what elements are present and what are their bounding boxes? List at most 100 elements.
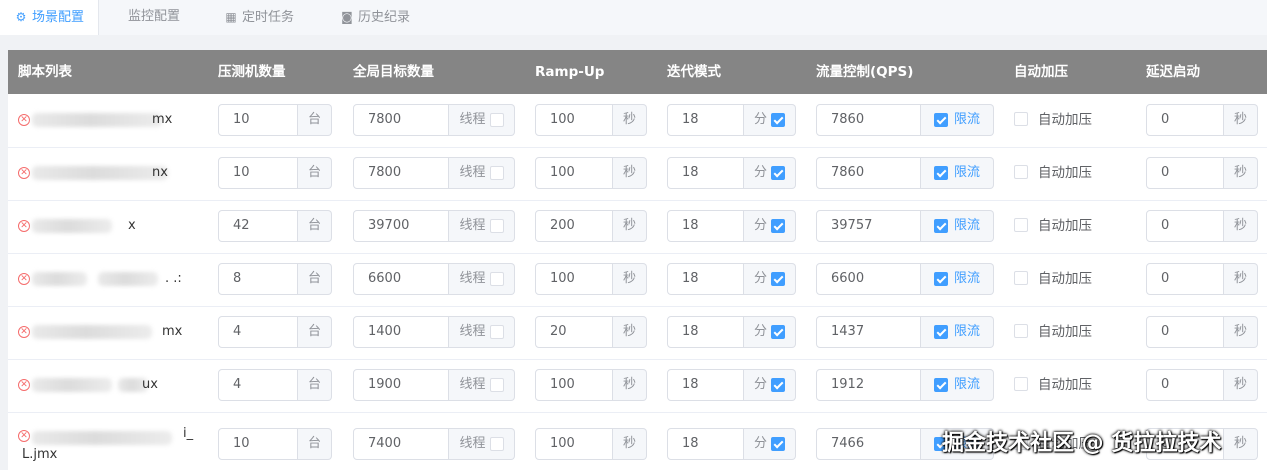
rampup-input[interactable]: 100	[535, 369, 613, 401]
iteration-input[interactable]: 18	[667, 428, 744, 460]
iteration-input[interactable]: 18	[667, 157, 744, 189]
rampup-input[interactable]: 100	[535, 428, 613, 460]
auto-pressure[interactable]: 自动加压	[1014, 316, 1092, 348]
rampup-input[interactable]: 100	[535, 263, 613, 295]
limit-checkbox[interactable]	[933, 166, 948, 180]
rampup-input[interactable]: 20	[535, 316, 613, 348]
qps-input[interactable]: 1437	[816, 316, 921, 348]
delay-input[interactable]: 0	[1146, 263, 1224, 295]
delay-input[interactable]: 0	[1146, 210, 1224, 242]
minute-toggle[interactable]: 分	[744, 263, 796, 295]
limit-checkbox[interactable]	[933, 272, 948, 286]
remove-icon[interactable]: ✕	[18, 430, 30, 442]
thread-checkbox[interactable]	[489, 437, 504, 451]
thread-checkbox[interactable]	[489, 325, 504, 339]
limit-toggle[interactable]: 限流	[921, 369, 994, 401]
iteration-input[interactable]: 18	[667, 104, 744, 136]
limit-checkbox[interactable]	[933, 378, 948, 392]
delay-input[interactable]: 0	[1146, 316, 1224, 348]
limit-toggle[interactable]: 限流	[921, 210, 994, 242]
limit-toggle[interactable]: 限流	[921, 104, 994, 136]
limit-toggle[interactable]: 限流	[921, 263, 994, 295]
minute-checkbox[interactable]	[771, 113, 785, 127]
qps-input[interactable]: 39757	[816, 210, 921, 242]
machines-input[interactable]: 4	[218, 369, 298, 401]
minute-toggle[interactable]: 分	[744, 157, 796, 189]
rampup-input[interactable]: 100	[535, 104, 613, 136]
qps-input[interactable]: 7860	[816, 104, 921, 136]
delay-input[interactable]: 0	[1146, 104, 1224, 136]
tab-scheduled-tasks[interactable]: ▦ 定时任务	[224, 0, 294, 35]
qps-input[interactable]: 7466	[816, 428, 921, 460]
auto-checkbox[interactable]	[1014, 165, 1028, 179]
thread-toggle[interactable]: 线程	[449, 263, 515, 295]
thread-toggle[interactable]: 线程	[449, 369, 515, 401]
minute-toggle[interactable]: 分	[744, 316, 796, 348]
remove-icon[interactable]: ✕	[18, 220, 30, 232]
target-input[interactable]: 1900	[353, 369, 449, 401]
limit-toggle[interactable]: 限流	[921, 157, 994, 189]
auto-checkbox[interactable]	[1014, 324, 1028, 338]
qps-input[interactable]: 7860	[816, 157, 921, 189]
thread-toggle[interactable]: 线程	[449, 210, 515, 242]
minute-checkbox[interactable]	[771, 219, 785, 233]
auto-checkbox[interactable]	[1014, 218, 1028, 232]
machines-input[interactable]: 4	[218, 316, 298, 348]
iteration-input[interactable]: 18	[667, 369, 744, 401]
remove-icon[interactable]: ✕	[18, 167, 30, 179]
limit-checkbox[interactable]	[933, 219, 948, 233]
auto-pressure[interactable]: 自动加压	[1014, 369, 1092, 401]
machines-input[interactable]: 8	[218, 263, 298, 295]
target-input[interactable]: 7400	[353, 428, 449, 460]
remove-icon[interactable]: ✕	[18, 379, 30, 391]
auto-checkbox[interactable]	[1014, 112, 1028, 126]
auto-pressure[interactable]: 自动加压	[1014, 263, 1092, 295]
target-input[interactable]: 6600	[353, 263, 449, 295]
remove-icon[interactable]: ✕	[18, 114, 30, 126]
minute-toggle[interactable]: 分	[744, 210, 796, 242]
remove-icon[interactable]: ✕	[18, 273, 30, 285]
rampup-input[interactable]: 100	[535, 157, 613, 189]
remove-icon[interactable]: ✕	[18, 326, 30, 338]
minute-toggle[interactable]: 分	[744, 369, 796, 401]
auto-pressure[interactable]: 自动加压	[1014, 157, 1092, 189]
iteration-input[interactable]: 18	[667, 263, 744, 295]
limit-toggle[interactable]: 限流	[921, 316, 994, 348]
target-input[interactable]: 7800	[353, 157, 449, 189]
thread-checkbox[interactable]	[489, 166, 504, 180]
minute-checkbox[interactable]	[771, 272, 785, 286]
tab-scene-config[interactable]: ⚙ 场景配置	[0, 0, 100, 36]
tab-history[interactable]: ◙ 历史纪录	[340, 0, 410, 35]
machines-input[interactable]: 10	[218, 157, 298, 189]
target-input[interactable]: 7800	[353, 104, 449, 136]
auto-pressure[interactable]: 自动加压	[1014, 210, 1092, 242]
thread-checkbox[interactable]	[489, 219, 504, 233]
iteration-input[interactable]: 18	[667, 210, 744, 242]
thread-toggle[interactable]: 线程	[449, 157, 515, 189]
iteration-input[interactable]: 18	[667, 316, 744, 348]
auto-pressure[interactable]: 自动加压	[1014, 104, 1092, 136]
machines-input[interactable]: 10	[218, 428, 298, 460]
rampup-input[interactable]: 200	[535, 210, 613, 242]
tab-monitor-config[interactable]: 监控配置	[128, 0, 180, 35]
qps-input[interactable]: 6600	[816, 263, 921, 295]
thread-checkbox[interactable]	[489, 272, 504, 286]
minute-checkbox[interactable]	[771, 378, 785, 392]
minute-checkbox[interactable]	[771, 166, 785, 180]
thread-toggle[interactable]: 线程	[449, 104, 515, 136]
auto-checkbox[interactable]	[1014, 377, 1028, 391]
machines-input[interactable]: 42	[218, 210, 298, 242]
target-input[interactable]: 1400	[353, 316, 449, 348]
machines-input[interactable]: 10	[218, 104, 298, 136]
auto-checkbox[interactable]	[1014, 271, 1028, 285]
delay-input[interactable]: 0	[1146, 157, 1224, 189]
delay-input[interactable]: 0	[1146, 369, 1224, 401]
minute-checkbox[interactable]	[771, 325, 785, 339]
limit-checkbox[interactable]	[933, 113, 948, 127]
minute-checkbox[interactable]	[771, 437, 785, 451]
minute-toggle[interactable]: 分	[744, 428, 796, 460]
thread-checkbox[interactable]	[489, 113, 504, 127]
qps-input[interactable]: 1912	[816, 369, 921, 401]
thread-checkbox[interactable]	[489, 378, 504, 392]
minute-toggle[interactable]: 分	[744, 104, 796, 136]
